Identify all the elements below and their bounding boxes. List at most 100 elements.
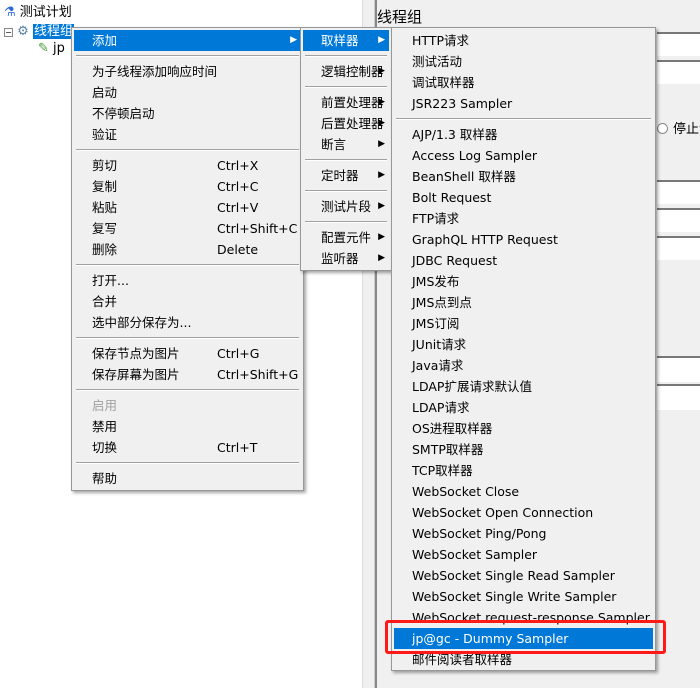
menu-item[interactable]: 测试活动 xyxy=(394,51,653,72)
loop-field[interactable] xyxy=(657,236,700,260)
menu-item[interactable]: Access Log Sampler xyxy=(394,145,653,166)
menu-item-label: 为子线程添加响应时间 xyxy=(92,64,218,79)
menu-item[interactable]: 打开... xyxy=(74,270,301,291)
menu-separator xyxy=(76,462,299,464)
delay-field[interactable] xyxy=(657,384,700,410)
menu-item[interactable]: 删除 Delete xyxy=(74,239,301,260)
menu-item-shortcut: Ctrl+T xyxy=(217,440,258,455)
menu-item[interactable]: WebSocket Single Read Sampler xyxy=(394,565,653,586)
menu-item[interactable]: 复制 Ctrl+C xyxy=(74,176,301,197)
menu-item[interactable]: 调试取样器 xyxy=(394,72,653,93)
threads-field[interactable] xyxy=(657,180,700,204)
menu-item[interactable]: 配置元件 ▶ xyxy=(303,227,389,248)
menu-item[interactable]: 前置处理器 ▶ xyxy=(303,92,389,113)
menu-item[interactable]: BeanShell 取样器 xyxy=(394,166,653,187)
menu-item[interactable]: 合并 xyxy=(74,291,301,312)
menu-item[interactable]: AJP/1.3 取样器 xyxy=(394,124,653,145)
menu-item-label: WebSocket Single Write Sampler xyxy=(412,589,617,604)
menu-item[interactable]: 禁用 xyxy=(74,416,301,437)
menu-item[interactable]: WebSocket Open Connection xyxy=(394,502,653,523)
menu-item[interactable]: JMS订阅 xyxy=(394,313,653,334)
menu-item-label: 前置处理器 xyxy=(321,95,384,110)
menu-item-label: 保存节点为图片 xyxy=(92,346,180,361)
menu-item[interactable]: GraphQL HTTP Request xyxy=(394,229,653,250)
menu-item[interactable]: OS进程取样器 xyxy=(394,418,653,439)
menu-item-label: 打开... xyxy=(92,273,129,288)
menu-item-label: JMS发布 xyxy=(412,274,460,289)
menu-item[interactable]: 取样器 ▶ xyxy=(303,30,389,51)
menu-item[interactable]: 切换 Ctrl+T xyxy=(74,437,301,458)
menu-separator xyxy=(305,86,387,88)
panel-title: 线程组 xyxy=(377,8,423,26)
menu-item[interactable]: JSR223 Sampler xyxy=(394,93,653,114)
menu-item[interactable]: 剪切 Ctrl+X xyxy=(74,155,301,176)
menu-item-label: JMS订阅 xyxy=(412,316,460,331)
menu-item[interactable]: 定时器 ▶ xyxy=(303,165,389,186)
caret-right-icon: ▶ xyxy=(378,170,385,180)
menu-item-label: 删除 xyxy=(92,242,118,257)
menu-item[interactable]: 粘贴 Ctrl+V xyxy=(74,197,301,218)
menu-item[interactable]: 监听器 ▶ xyxy=(303,248,389,269)
tree-node-thread-group[interactable]: − ⚙ 线程组 xyxy=(4,20,74,39)
collapse-icon[interactable]: − xyxy=(4,28,13,37)
menu-item-label: 启动 xyxy=(92,85,118,100)
rampup-field[interactable] xyxy=(657,208,700,232)
duration-field[interactable] xyxy=(657,356,700,382)
menu-item[interactable]: Java请求 xyxy=(394,355,653,376)
menu-item[interactable]: 选中部分保存为... xyxy=(74,312,301,333)
menu-item-label: Bolt Request xyxy=(412,190,492,205)
menu-item[interactable]: Bolt Request xyxy=(394,187,653,208)
menu-item[interactable]: 逻辑控制器 ▶ xyxy=(303,61,389,82)
menu-item[interactable]: 后置处理器 ▶ xyxy=(303,113,389,134)
name-field[interactable] xyxy=(657,32,700,56)
menu-separator xyxy=(76,337,299,339)
menu-item[interactable]: 为子线程添加响应时间 xyxy=(74,61,301,82)
menu-item-shortcut: Ctrl+Shift+G xyxy=(217,367,299,382)
menu-item[interactable]: JMS发布 xyxy=(394,271,653,292)
menu-item[interactable]: FTP请求 xyxy=(394,208,653,229)
menu-item[interactable]: JDBC Request xyxy=(394,250,653,271)
menu-item[interactable]: 保存节点为图片 Ctrl+G xyxy=(74,343,301,364)
caret-right-icon: ▶ xyxy=(378,253,385,263)
stop-test-radio[interactable]: 停止测 xyxy=(657,118,700,137)
tree-node-test-plan[interactable]: ⚗ 测试计划 xyxy=(4,1,72,20)
menu-item[interactable]: 保存屏幕为图片 Ctrl+Shift+G xyxy=(74,364,301,385)
menu-item[interactable]: 启动 xyxy=(74,82,301,103)
menu-item[interactable]: JMS点到点 xyxy=(394,292,653,313)
menu-item[interactable]: SMTP取样器 xyxy=(394,439,653,460)
menu-item[interactable]: 启用 xyxy=(74,395,301,416)
caret-right-icon: ▶ xyxy=(378,97,385,107)
tree-node-sampler[interactable]: ✎ jp xyxy=(38,41,65,56)
menu-item[interactable]: WebSocket Single Write Sampler xyxy=(394,586,653,607)
menu-item[interactable]: 验证 xyxy=(74,124,301,145)
menu-item[interactable]: JUnit请求 xyxy=(394,334,653,355)
menu-item[interactable]: HTTP请求 xyxy=(394,30,653,51)
menu-item[interactable]: 帮助 xyxy=(74,468,301,489)
caret-right-icon: ▶ xyxy=(378,232,385,242)
menu-item-label: 复写 xyxy=(92,221,118,236)
menu-item-label: 取样器 xyxy=(321,33,359,48)
menu-item-shortcut: Ctrl+V xyxy=(217,200,259,215)
menu-item[interactable]: 不停顿启动 xyxy=(74,103,301,124)
menu-item-label: JUnit请求 xyxy=(412,337,467,352)
menu-item-label: SMTP取样器 xyxy=(412,442,484,457)
menu-item[interactable]: 断言 ▶ xyxy=(303,134,389,155)
comment-field[interactable] xyxy=(657,60,700,84)
menu-item[interactable]: 测试片段 ▶ xyxy=(303,196,389,217)
menu-item-label: 定时器 xyxy=(321,168,359,183)
menu-item-label: 调试取样器 xyxy=(412,75,475,90)
menu-item[interactable]: LDAP扩展请求默认值 xyxy=(394,376,653,397)
menu-item-label: JSR223 Sampler xyxy=(412,96,513,111)
menu-item-label: 禁用 xyxy=(92,419,118,434)
menu-item[interactable]: WebSocket Close xyxy=(394,481,653,502)
menu-item-label: 添加 xyxy=(92,33,118,48)
menu-item[interactable]: LDAP请求 xyxy=(394,397,653,418)
menu-item-label: WebSocket Ping/Pong xyxy=(412,526,547,541)
menu-item-label: 验证 xyxy=(92,127,118,142)
menu-item[interactable]: 添加 ▶ xyxy=(74,30,301,51)
menu-item[interactable]: WebSocket Sampler xyxy=(394,544,653,565)
gear-icon: ⚙ xyxy=(17,24,29,39)
menu-item[interactable]: TCP取样器 xyxy=(394,460,653,481)
menu-item[interactable]: WebSocket Ping/Pong xyxy=(394,523,653,544)
menu-item[interactable]: 复写 Ctrl+Shift+C xyxy=(74,218,301,239)
